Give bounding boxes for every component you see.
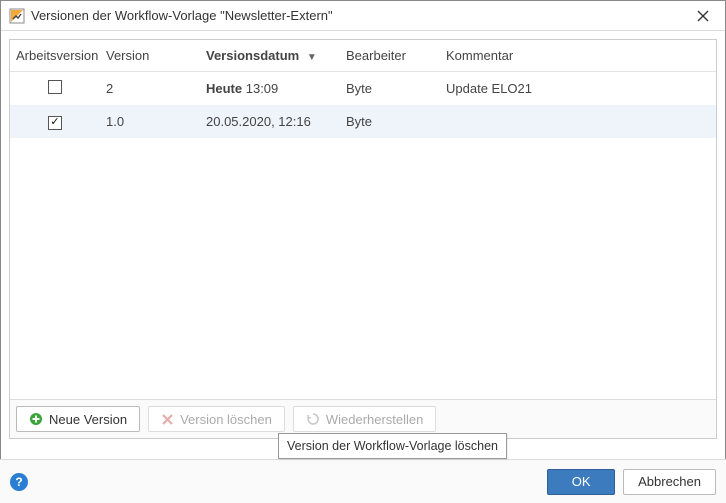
close-icon [697,10,709,22]
col-work-version[interactable]: Arbeitsversion [10,40,100,72]
work-version-checkbox[interactable] [48,116,62,130]
cell-version: 2 [100,72,200,106]
cell-date: 20.05.2020, 12:16 [200,105,340,138]
window-title: Versionen der Workflow-Vorlage "Newslett… [31,8,689,23]
new-version-button[interactable]: Neue Version [16,406,140,432]
cell-editor: Byte [340,72,440,106]
col-comment[interactable]: Kommentar [440,40,716,72]
delete-x-icon [161,413,174,426]
versions-tbody: 2 Heute 13:09 Byte Update ELO21 1.0 20.0… [10,72,716,138]
versions-table: Arbeitsversion Version Versionsdatum ▼ B… [10,40,716,138]
delete-version-button[interactable]: Version löschen [148,406,285,432]
close-button[interactable] [689,4,717,28]
restore-icon [306,412,320,426]
sort-desc-icon: ▼ [307,52,317,63]
table-row[interactable]: 2 Heute 13:09 Byte Update ELO21 [10,72,716,106]
restore-label: Wiederherstellen [326,412,424,427]
cell-date: Heute 13:09 [200,72,340,106]
cell-date-rest: 20.05.2020, 12:16 [206,114,311,129]
cell-editor: Byte [340,105,440,138]
cell-version: 1.0 [100,105,200,138]
app-icon [9,8,25,24]
ok-button[interactable]: OK [547,469,615,495]
table-row[interactable]: 1.0 20.05.2020, 12:16 Byte [10,105,716,138]
cell-comment: Update ELO21 [440,72,716,106]
cell-comment [440,105,716,138]
col-version[interactable]: Version [100,40,200,72]
footer: ? OK Abbrechen [0,459,726,503]
delete-version-label: Version löschen [180,412,272,427]
col-version-date-label: Versionsdatum [206,48,299,63]
new-version-label: Neue Version [49,412,127,427]
help-icon: ? [15,475,22,489]
cell-date-rest: 13:09 [242,81,278,96]
cell-date-prefix: Heute [206,81,242,96]
versions-table-wrap: Arbeitsversion Version Versionsdatum ▼ B… [10,40,716,399]
titlebar: Versionen der Workflow-Vorlage "Newslett… [1,1,725,31]
col-version-date[interactable]: Versionsdatum ▼ [200,40,340,72]
content-frame: Arbeitsversion Version Versionsdatum ▼ B… [9,39,717,439]
plus-circle-icon [29,412,43,426]
work-version-checkbox[interactable] [48,80,62,94]
col-editor[interactable]: Bearbeiter [340,40,440,72]
help-button[interactable]: ? [10,473,28,491]
cancel-button[interactable]: Abbrechen [623,469,716,495]
tooltip-delete-version: Version der Workflow-Vorlage löschen [278,433,507,459]
restore-button[interactable]: Wiederherstellen [293,406,437,432]
